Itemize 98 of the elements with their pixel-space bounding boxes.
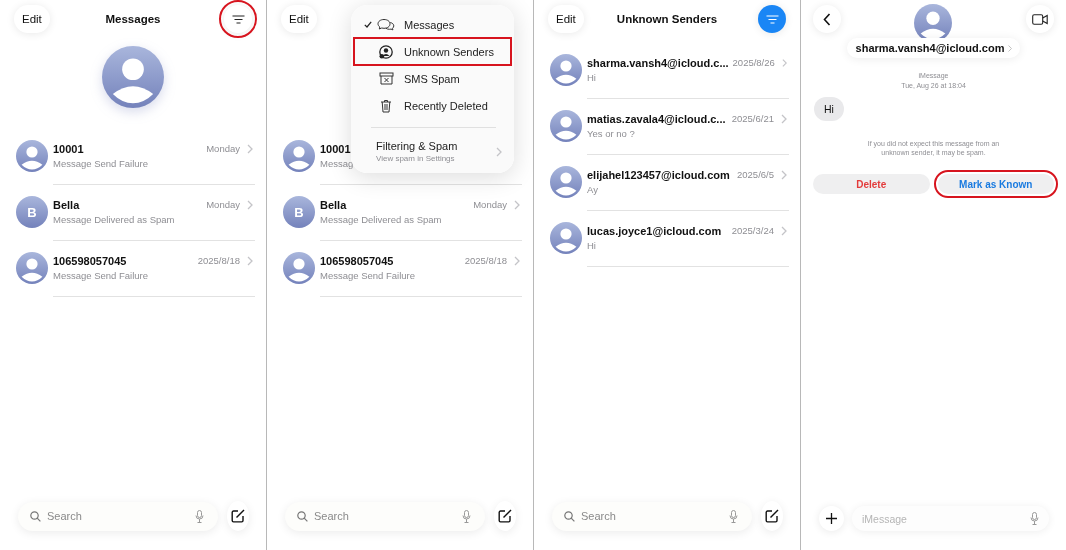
avatar-icon bbox=[550, 222, 582, 254]
message-preview: Message Send Failure bbox=[53, 157, 149, 169]
message-preview: Message Delivered as Spam bbox=[320, 213, 442, 225]
microphone-icon[interactable] bbox=[195, 509, 204, 523]
trash-icon bbox=[380, 98, 392, 113]
menu-item[interactable]: Unknown Senders bbox=[354, 38, 511, 65]
avatar-icon bbox=[16, 140, 48, 172]
chevron-icon bbox=[247, 143, 253, 154]
search-field[interactable]: Search bbox=[581, 510, 723, 522]
compose-button[interactable] bbox=[761, 501, 783, 531]
message-date: 2025/8/18 bbox=[463, 255, 507, 266]
chevron-icon bbox=[781, 57, 787, 68]
search-field[interactable]: Search bbox=[47, 510, 189, 522]
microphone-icon[interactable] bbox=[462, 509, 471, 523]
person-icon bbox=[379, 44, 393, 59]
sender-name: sharma.vansh4@icloud.c... bbox=[587, 56, 729, 69]
chevron-icon bbox=[247, 199, 253, 210]
screen-title: Messages bbox=[105, 13, 161, 25]
message-preview: Hi bbox=[587, 239, 596, 251]
message-date: Monday bbox=[205, 143, 240, 154]
avatar-icon bbox=[550, 54, 582, 86]
compose-icon bbox=[231, 509, 245, 523]
filter-button[interactable] bbox=[758, 5, 786, 33]
message-preview: Hi bbox=[587, 71, 596, 83]
video-call-button[interactable] bbox=[1026, 5, 1054, 33]
microphone-icon[interactable] bbox=[1030, 512, 1039, 525]
chevron-icon bbox=[247, 255, 253, 266]
add-button[interactable] bbox=[819, 506, 844, 531]
menu-footer-subtitle: View spam in Settings bbox=[376, 154, 455, 163]
chevron-icon bbox=[514, 199, 520, 210]
avatar-icon bbox=[550, 110, 582, 142]
back-button[interactable] bbox=[813, 5, 841, 33]
chevron-icon bbox=[496, 146, 502, 157]
video-camera-icon bbox=[1032, 13, 1048, 25]
message-preview: Messag bbox=[320, 157, 354, 169]
compose-icon bbox=[498, 509, 512, 523]
avatar-icon bbox=[16, 252, 48, 284]
sender-name: Bella bbox=[320, 198, 347, 211]
chevron-icon bbox=[1008, 44, 1013, 52]
edit-button[interactable]: Edit bbox=[14, 5, 50, 33]
message-preview: Yes or no ? bbox=[587, 127, 635, 139]
chevron-icon bbox=[781, 169, 787, 180]
sender-name: 10001 bbox=[320, 142, 351, 155]
menu-item[interactable]: SMS Spam bbox=[354, 65, 511, 92]
avatar-icon bbox=[283, 252, 315, 284]
search-icon bbox=[297, 510, 308, 522]
checkmark-icon bbox=[364, 21, 372, 28]
sender-name: 106598057045 bbox=[53, 254, 127, 267]
sender-name: 10001 bbox=[53, 142, 84, 155]
compose-button[interactable] bbox=[494, 501, 516, 531]
message-preview: Message Delivered as Spam bbox=[53, 213, 175, 225]
message-date: 2025/8/26 bbox=[731, 57, 775, 68]
delete-button[interactable]: Delete bbox=[813, 174, 930, 194]
compose-icon bbox=[765, 509, 779, 523]
filter-icon bbox=[765, 14, 779, 24]
sender-name: elijahel123457@icloud.com bbox=[587, 168, 730, 181]
edit-button[interactable]: Edit bbox=[548, 5, 584, 33]
avatar-icon bbox=[550, 166, 582, 198]
message-date: 2025/6/5 bbox=[736, 169, 774, 180]
message-preview: Message Send Failure bbox=[53, 269, 149, 281]
screen-title: Unknown Senders bbox=[616, 13, 718, 25]
microphone-icon[interactable] bbox=[729, 509, 738, 523]
message-date: 2025/6/21 bbox=[730, 113, 774, 124]
sender-name: 106598057045 bbox=[320, 254, 394, 267]
message-date: Monday bbox=[472, 199, 507, 210]
search-icon bbox=[564, 510, 575, 522]
sender-name: Bella bbox=[53, 198, 80, 211]
avatar-initial: B bbox=[16, 196, 48, 228]
edit-button[interactable]: Edit bbox=[281, 5, 317, 33]
message-bubble: Hi bbox=[814, 97, 844, 121]
message-bar[interactable]: iMessage bbox=[852, 506, 1049, 531]
search-field[interactable]: Search bbox=[314, 510, 456, 522]
search-bar[interactable]: Search bbox=[552, 501, 752, 531]
sender-name: lucas.joyce1@icloud.com bbox=[587, 224, 722, 237]
back-icon bbox=[823, 12, 831, 26]
avatar-initial: B bbox=[283, 196, 315, 228]
sender-name: matias.zavala4@icloud.c... bbox=[587, 112, 726, 125]
chevron-icon bbox=[781, 113, 787, 124]
filter-icon bbox=[231, 14, 245, 24]
chat-bubbles-icon bbox=[377, 18, 395, 31]
plus-icon bbox=[826, 513, 837, 524]
search-icon bbox=[30, 510, 41, 522]
message-preview: Ay bbox=[587, 183, 598, 195]
message-preview: Message Send Failure bbox=[320, 269, 416, 281]
compose-button[interactable] bbox=[227, 501, 249, 531]
chevron-icon bbox=[514, 255, 520, 266]
menu-item[interactable]: Recently Deleted bbox=[354, 92, 511, 119]
message-field[interactable]: iMessage bbox=[862, 512, 1030, 525]
menu-footer-title[interactable]: Filtering & Spam bbox=[376, 140, 458, 152]
spam-bin-icon bbox=[378, 72, 394, 85]
message-date: 2025/3/24 bbox=[730, 225, 774, 236]
avatar-icon bbox=[283, 140, 315, 172]
menu-item[interactable]: Messages bbox=[354, 11, 511, 38]
chevron-icon bbox=[781, 225, 787, 236]
message-date: 2025/8/18 bbox=[196, 255, 240, 266]
search-bar[interactable]: Search bbox=[285, 501, 485, 531]
message-date: Monday bbox=[205, 199, 240, 210]
search-bar[interactable]: Search bbox=[18, 501, 218, 531]
